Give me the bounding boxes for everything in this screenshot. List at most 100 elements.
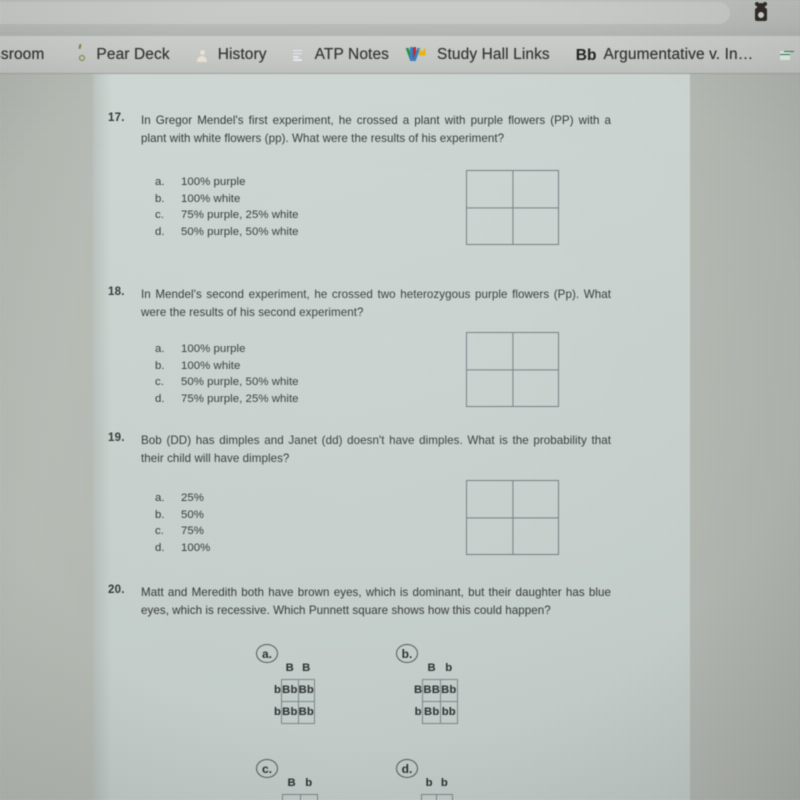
punnett-cell: Bb xyxy=(422,700,442,724)
choice-text: 50% purple, 50% white xyxy=(181,225,299,238)
choice-b[interactable]: b. 100% white xyxy=(155,358,299,375)
choice-letter: b. xyxy=(155,359,165,372)
top-allele: B xyxy=(285,662,295,675)
punnett-cell: Bb xyxy=(297,700,316,724)
choice-a[interactable]: a. 100% purple xyxy=(155,341,299,358)
bear-favicon[interactable] xyxy=(753,2,769,24)
choice-letter: d. xyxy=(155,225,165,238)
punnett-square-b: B b B BB Bb b Bb bb xyxy=(414,658,458,724)
punnett-cell: Bb xyxy=(440,678,458,702)
side-allele: b xyxy=(414,706,422,718)
corner-cell xyxy=(414,658,423,679)
google-docs-icon xyxy=(291,47,308,64)
choice-c[interactable]: c. 75% xyxy=(155,523,210,540)
choice-text: 100% xyxy=(181,541,211,554)
top-allele: B xyxy=(427,662,436,675)
bookmark-sheets[interactable] xyxy=(768,40,800,70)
bookmark-atp-notes[interactable]: ATP Notes xyxy=(282,40,398,70)
top-allele: b xyxy=(440,777,448,790)
corner-cell xyxy=(414,773,422,794)
top-allele: b xyxy=(305,777,313,790)
choice-text: 100% white xyxy=(181,192,241,205)
punnett-cell: bb xyxy=(436,793,453,800)
choice-d[interactable]: d. 75% purple, 25% white xyxy=(155,391,299,408)
choice-letter: b. xyxy=(155,508,165,521)
google-sheets-icon xyxy=(777,47,794,64)
choice-list: a. 100% purple b. 100% white c. 75% purp… xyxy=(155,174,299,240)
choice-c[interactable]: c. 75% purple, 25% white xyxy=(155,207,299,224)
punnett-cell: bb xyxy=(421,793,438,800)
gmail-icon xyxy=(405,46,430,64)
photographed-screen: ssroom Pear Deck History ATP Notes Study… xyxy=(0,0,800,800)
choice-letter: d. xyxy=(155,392,165,405)
choice-text: 25% xyxy=(181,492,204,504)
choice-text: 75% purple, 25% white xyxy=(181,392,299,405)
question-text: In Gregor Mendel's first experiment, he … xyxy=(141,114,611,145)
question-text: Matt and Meredith both have brown eyes, … xyxy=(141,586,611,617)
bookmark-history[interactable]: History xyxy=(185,40,276,70)
top-allele: b xyxy=(425,777,433,790)
question-number: 19. xyxy=(108,432,125,444)
side-allele: b xyxy=(414,794,422,800)
choice-letter: a. xyxy=(155,176,165,188)
choice-d[interactable]: d. 100% xyxy=(155,540,210,557)
choice-text: 100% purple xyxy=(181,176,246,188)
top-allele: b xyxy=(445,662,453,675)
choice-text: 100% purple xyxy=(181,343,246,355)
choice-list: a. 100% purple b. 100% white c. 50% purp… xyxy=(155,341,299,407)
history-person-icon xyxy=(194,47,211,64)
bookmark-argumentative[interactable]: Bb Argumentative v. In… xyxy=(567,40,763,70)
question-text: In Mendel's second experiment, he crosse… xyxy=(141,288,611,319)
side-allele: b xyxy=(274,706,282,718)
choice-letter: d. xyxy=(155,541,165,554)
punnett-square-empty xyxy=(466,332,559,407)
page-right-margin xyxy=(690,74,800,800)
question-text: Bob (DD) has dimples and Janet (dd) does… xyxy=(141,434,611,465)
punnett-cell: Bb xyxy=(300,793,318,800)
punnett-square-empty xyxy=(466,480,559,555)
browser-toolbar xyxy=(0,0,800,36)
bookmark-label: History xyxy=(217,46,267,63)
choice-text: 50% xyxy=(181,508,204,521)
choice-letter: b. xyxy=(155,192,165,205)
punnett-cell: BB xyxy=(282,793,302,800)
choice-d[interactable]: d. 50% purple, 50% white xyxy=(155,224,299,241)
corner-cell xyxy=(274,658,282,679)
punnett-cell: Bb xyxy=(297,678,316,702)
choice-a[interactable]: a. 100% purple xyxy=(155,174,299,191)
worksheet-page: 17. In Gregor Mendel's first experiment,… xyxy=(93,74,690,800)
punnett-cell: bb xyxy=(440,700,458,724)
bookmarks-bar: ssroom Pear Deck History ATP Notes Study… xyxy=(0,36,800,74)
top-allele: B xyxy=(287,777,296,790)
bookmark-label: Study Hall Links xyxy=(437,46,550,63)
choice-b[interactable]: b. 100% white xyxy=(155,191,299,208)
choice-letter: c. xyxy=(155,376,164,389)
choice-text: 75% xyxy=(181,525,204,538)
choice-letter: c. xyxy=(155,525,164,538)
choice-text: 100% white xyxy=(181,359,241,372)
question-number: 20. xyxy=(108,584,125,596)
top-allele: B xyxy=(302,662,311,675)
choice-text: 50% purple, 50% white xyxy=(181,376,299,389)
punnett-square-d: b b b bb bb xyxy=(414,773,453,800)
bookmark-classroom[interactable]: ssroom xyxy=(0,40,53,70)
bookmark-study-hall-links[interactable]: Study Hall Links xyxy=(404,40,559,70)
bookmark-label: Pear Deck xyxy=(96,46,170,63)
side-allele: B xyxy=(274,794,283,800)
choice-c[interactable]: c. 50% purple, 50% white xyxy=(155,374,299,391)
bookmark-label: ATP Notes xyxy=(314,46,390,63)
punnett-cell: Bb xyxy=(281,678,299,702)
choice-a[interactable]: a. 25% xyxy=(155,490,210,507)
punnett-cell: Bb xyxy=(281,700,299,724)
punnett-square-a: B B b Bb Bb b Bb Bb xyxy=(274,658,316,724)
bookmark-pear-deck[interactable]: Pear Deck xyxy=(63,40,178,70)
corner-cell xyxy=(274,773,283,794)
side-allele: B xyxy=(414,684,423,696)
punnett-square-empty xyxy=(466,170,559,245)
blackboard-bb-icon: Bb xyxy=(575,46,597,64)
address-bar[interactable] xyxy=(0,2,730,24)
choice-b[interactable]: b. 50% xyxy=(155,507,210,524)
page-left-margin xyxy=(0,74,93,800)
question-number: 17. xyxy=(108,112,125,124)
punnett-square-c: B b B BB Bb xyxy=(274,773,318,800)
